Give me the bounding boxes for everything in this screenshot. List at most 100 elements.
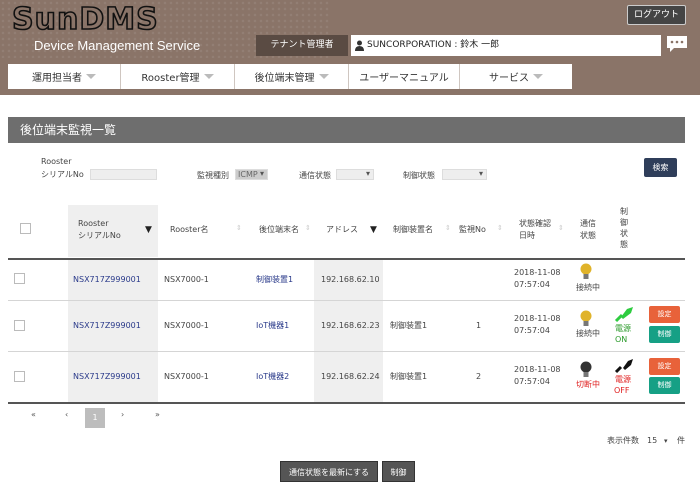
col-ctrl-2: 御 — [620, 218, 628, 227]
device-link[interactable]: 制御装置1 — [256, 275, 293, 285]
col-comm-line1: 通信 — [580, 219, 596, 228]
filter-bar: Rooster シリアルNo 監視種別 ICMP 通信状態 制御状態 — [0, 155, 700, 185]
sort-icon[interactable]: ⇕ — [558, 224, 564, 232]
power-state: ON — [615, 335, 628, 344]
main-nav: 運用担当者 Rooster管理 後位端末管理 ユーザーマニュアル サービス — [8, 64, 572, 89]
setting-button[interactable]: 設定 — [649, 358, 680, 375]
page-size-select[interactable]: 15 — [647, 436, 657, 446]
nav-label: 運用担当者 — [32, 73, 82, 84]
sort-icon[interactable]: ⇕ — [445, 224, 451, 232]
search-button[interactable]: 検索 — [644, 158, 677, 177]
sort-icon[interactable]: ⇕ — [305, 224, 311, 232]
chevron-down-icon — [318, 74, 329, 79]
rooster-name: NSX7000-1 — [164, 372, 209, 381]
control-button[interactable]: 制御 — [649, 377, 680, 394]
chevron-down-icon — [203, 74, 214, 79]
col-device-name[interactable]: 後位端末名 — [259, 224, 299, 236]
device-link[interactable]: IoT機器2 — [256, 372, 289, 382]
last-page-button[interactable]: » — [155, 410, 160, 419]
bulk-control-button[interactable]: 制御 — [382, 461, 415, 482]
chevron-down-icon — [533, 74, 543, 79]
comm-status-label: 通信状態 — [299, 171, 331, 180]
col-ctrl-3: 状 — [620, 229, 628, 238]
comm-status: 切断中 — [576, 380, 600, 389]
row-checkbox[interactable] — [14, 320, 25, 331]
header: SunDMS Device Management Service ログアウト テ… — [0, 0, 700, 95]
col-status-check[interactable]: 状態確認 日時 — [519, 218, 551, 242]
user-name: SUNCORPORATION : 鈴木 一郎 — [367, 40, 500, 50]
chevron-down-icon[interactable]: ▾ — [664, 436, 668, 446]
serial-label: Rooster — [41, 157, 72, 166]
nav-manual[interactable]: ユーザーマニュアル — [349, 64, 460, 89]
chat-icon[interactable] — [666, 35, 688, 53]
app-subtitle: Device Management Service — [34, 38, 201, 53]
logout-button[interactable]: ログアウト — [627, 5, 686, 25]
page-title: 後位端末監視一覧 — [8, 117, 685, 143]
page-size-label: 表示件数 — [607, 436, 639, 445]
power-state: OFF — [614, 386, 630, 395]
prev-page-button[interactable]: ‹ — [65, 410, 68, 419]
row-checkbox[interactable] — [14, 273, 25, 284]
control-device: 制御装置1 — [390, 372, 428, 381]
status-time: 07:57:04 — [514, 326, 550, 335]
tenant-role-label: テナント管理者 — [256, 35, 348, 56]
refresh-status-button[interactable]: 通信状態を最新にする — [280, 461, 378, 482]
nav-label: ユーザーマニュアル — [359, 73, 449, 84]
power-label: 電源 — [615, 375, 631, 384]
sort-desc-icon[interactable]: ▼ — [145, 225, 152, 235]
setting-button[interactable]: 設定 — [649, 306, 680, 323]
status-time: 07:57:04 — [514, 377, 550, 386]
app-logo: SunDMS — [11, 1, 159, 38]
sort-desc-icon[interactable]: ▼ — [370, 225, 377, 235]
col-serial-line1: Rooster — [78, 219, 109, 228]
plug-connected-icon — [614, 307, 633, 323]
rooster-name: NSX7000-1 — [164, 321, 209, 330]
col-ctrl-1: 制 — [620, 207, 628, 216]
nav-services[interactable]: サービス — [460, 64, 572, 89]
nav-devices[interactable]: 後位端末管理 — [235, 64, 349, 89]
bulb-off-icon — [580, 361, 592, 377]
nav-label: サービス — [489, 73, 529, 84]
address: 192.168.62.10 — [321, 275, 380, 284]
serial-label-2: シリアルNo — [41, 170, 84, 179]
serial-link[interactable]: NSX717Z999001 — [73, 321, 141, 331]
control-status-select[interactable] — [442, 169, 487, 180]
device-link[interactable]: IoT機器1 — [256, 321, 289, 331]
serial-link[interactable]: NSX717Z999001 — [73, 275, 141, 285]
nav-operators[interactable]: 運用担当者 — [8, 64, 121, 89]
control-device: 制御装置1 — [390, 321, 428, 330]
monitor-no: 2 — [476, 372, 482, 381]
first-page-button[interactable]: « — [31, 410, 36, 419]
nav-label: 後位端末管理 — [254, 73, 315, 84]
select-all-checkbox[interactable] — [20, 223, 31, 234]
serial-link[interactable]: NSX717Z999001 — [73, 372, 141, 382]
serial-input[interactable] — [90, 169, 157, 180]
monitor-type-label: 監視種別 — [197, 171, 229, 180]
rooster-name: NSX7000-1 — [164, 275, 209, 284]
row-checkbox[interactable] — [14, 371, 25, 382]
col-rooster-name[interactable]: Rooster名 — [170, 224, 209, 236]
current-page[interactable]: 1 — [85, 408, 105, 428]
bulb-icon — [580, 263, 592, 279]
monitor-no: 1 — [476, 321, 482, 330]
page-size-unit: 件 — [677, 436, 685, 445]
col-comm-line2: 状態 — [580, 231, 596, 240]
monitor-type-select[interactable]: ICMP — [235, 169, 268, 180]
status-date: 2018-11-08 — [514, 365, 561, 374]
col-status-line2: 日時 — [519, 231, 535, 240]
nav-rooster[interactable]: Rooster管理 — [121, 64, 235, 89]
next-page-button[interactable]: › — [121, 410, 124, 419]
sort-icon[interactable]: ⇕ — [236, 224, 242, 232]
comm-status-select[interactable] — [336, 169, 374, 180]
comm-status: 接続中 — [576, 329, 600, 338]
col-control-device[interactable]: 制御装置名 — [393, 224, 433, 236]
col-status-line1: 状態確認 — [519, 219, 551, 228]
col-address[interactable]: アドレス — [326, 224, 358, 236]
col-monitor-no[interactable]: 監視No — [459, 224, 486, 236]
sort-icon[interactable]: ⇕ — [497, 224, 503, 232]
col-serial[interactable]: Rooster シリアルNo — [78, 218, 121, 242]
address: 192.168.62.24 — [321, 372, 380, 381]
status-time: 07:57:04 — [514, 280, 550, 289]
control-button[interactable]: 制御 — [649, 326, 680, 343]
control-status-label: 制御状態 — [403, 171, 435, 180]
